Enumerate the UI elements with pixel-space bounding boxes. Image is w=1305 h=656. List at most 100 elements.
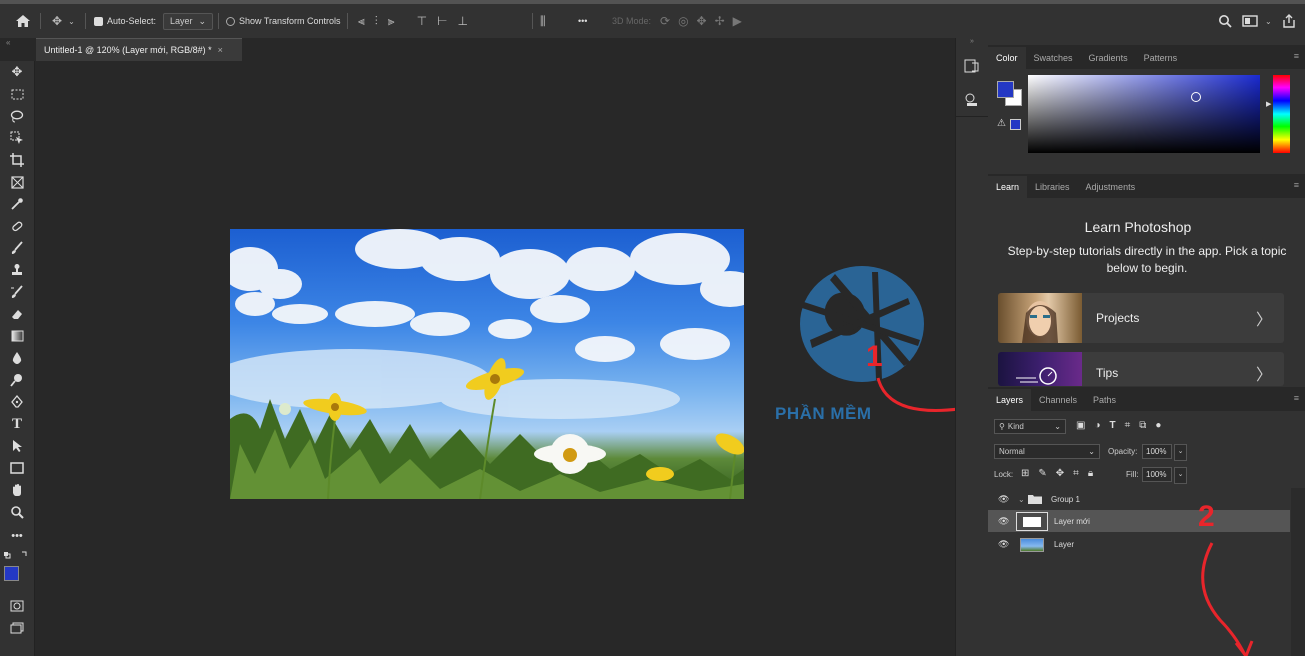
- object-select-tool-icon[interactable]: [6, 129, 28, 147]
- move-tool-icon[interactable]: ✥: [6, 63, 28, 81]
- filter-shape-icon[interactable]: ⌗: [1125, 420, 1131, 431]
- panel-menu-icon[interactable]: ≡: [1294, 180, 1299, 190]
- lock-transparent-icon[interactable]: ⊞: [1021, 468, 1029, 479]
- color-picker-handle[interactable]: [1191, 92, 1201, 102]
- orbit-icon[interactable]: ⟳: [660, 14, 670, 28]
- blur-tool-icon[interactable]: [6, 349, 28, 367]
- filter-toggle-icon[interactable]: ●: [1155, 420, 1161, 431]
- edit-toolbar-icon[interactable]: •••: [6, 527, 28, 545]
- home-icon[interactable]: [15, 4, 31, 38]
- tab-swatches[interactable]: Swatches: [1026, 47, 1081, 69]
- move-tool-preset[interactable]: ✥ ⌄: [52, 4, 75, 38]
- screen-mode-icon[interactable]: [6, 619, 28, 637]
- chevron-down-icon[interactable]: ⌄: [1018, 495, 1025, 504]
- layer-row-layer-moi[interactable]: 👁︎ Layer mới: [988, 510, 1290, 532]
- tab-gradients[interactable]: Gradients: [1081, 47, 1136, 69]
- close-icon[interactable]: ×: [218, 45, 223, 55]
- align-center-icon[interactable]: ⫶: [375, 14, 378, 29]
- foreground-color-swatch[interactable]: [997, 81, 1014, 98]
- tab-learn[interactable]: Learn: [988, 176, 1028, 198]
- layers-scrollbar[interactable]: [1291, 488, 1305, 656]
- align-top-icon[interactable]: ⊤: [417, 14, 427, 28]
- collapse-icon[interactable]: »: [956, 38, 988, 48]
- opacity-dropdown-icon[interactable]: ⌄: [1174, 444, 1187, 461]
- align-bottom-icon[interactable]: ⊥: [457, 14, 467, 28]
- swap-colors-icon[interactable]: [4, 550, 30, 563]
- tab-paths[interactable]: Paths: [1085, 389, 1124, 411]
- threed-tools[interactable]: ⟳ ◎ ✥ ✢ ▶: [660, 4, 742, 38]
- auto-select-dropdown[interactable]: Layer ⌄: [163, 4, 214, 38]
- roll-icon[interactable]: ◎: [678, 14, 688, 28]
- layer-row-group-1[interactable]: 👁︎ ⌄ Group 1: [988, 488, 1290, 510]
- align-right-icon[interactable]: ⫸: [388, 14, 395, 29]
- chevron-down-icon[interactable]: ⌄: [1265, 4, 1272, 38]
- filter-pixel-icon[interactable]: ▣: [1076, 420, 1085, 431]
- document-image[interactable]: [230, 229, 744, 499]
- more-options-button[interactable]: •••: [578, 4, 587, 38]
- align-left-icon[interactable]: ⫷: [358, 14, 365, 29]
- visibility-eye-icon[interactable]: 👁︎: [998, 539, 1009, 550]
- tab-channels[interactable]: Channels: [1031, 389, 1085, 411]
- eyedropper-tool-icon[interactable]: [6, 195, 28, 213]
- learn-card-tips[interactable]: Tips 〉: [998, 352, 1284, 386]
- workspace-icon[interactable]: [1242, 4, 1258, 38]
- frame-tool-icon[interactable]: [6, 173, 28, 191]
- lock-artboard-icon[interactable]: ⌗: [1073, 468, 1079, 479]
- panel-menu-icon[interactable]: ≡: [1294, 51, 1299, 61]
- tab-layers[interactable]: Layers: [988, 389, 1032, 411]
- rectangle-tool-icon[interactable]: [6, 459, 28, 477]
- align-middle-icon[interactable]: ⊢: [437, 14, 447, 28]
- tab-color[interactable]: Color: [988, 47, 1026, 69]
- pan-icon[interactable]: ✥: [697, 14, 707, 28]
- history-brush-tool-icon[interactable]: [6, 283, 28, 301]
- visibility-eye-icon[interactable]: 👁︎: [998, 494, 1009, 505]
- crop-tool-icon[interactable]: [6, 151, 28, 169]
- color-field[interactable]: [1028, 75, 1260, 153]
- filter-smart-object-icon[interactable]: ⧉: [1139, 420, 1146, 431]
- zoom-tool-icon[interactable]: [6, 503, 28, 521]
- type-tool-icon[interactable]: T: [6, 415, 28, 433]
- healing-tool-icon[interactable]: [6, 217, 28, 235]
- history-panel-icon[interactable]: [964, 58, 980, 77]
- slide-icon[interactable]: ✢: [715, 14, 725, 28]
- distribute-icon[interactable]: ⫼: [540, 4, 546, 38]
- hand-tool-icon[interactable]: [6, 481, 28, 499]
- web-safe-color-swatch[interactable]: [1010, 119, 1021, 130]
- dodge-tool-icon[interactable]: [6, 371, 28, 389]
- opacity-input[interactable]: 100%: [1142, 444, 1172, 459]
- panel-menu-icon[interactable]: ≡: [1294, 393, 1299, 403]
- lock-all-icon[interactable]: 🔒︎: [1088, 468, 1093, 479]
- foreground-color-swatch[interactable]: [4, 566, 19, 581]
- auto-select-checkbox[interactable]: Auto-Select:: [94, 4, 156, 38]
- fill-input[interactable]: 100%: [1142, 467, 1172, 482]
- collapse-icon[interactable]: «: [6, 38, 10, 47]
- quick-mask-icon[interactable]: [6, 597, 28, 615]
- lock-paint-icon[interactable]: ✎: [1038, 468, 1046, 479]
- path-select-tool-icon[interactable]: [6, 437, 28, 455]
- tab-libraries[interactable]: Libraries: [1027, 176, 1078, 198]
- blend-mode-dropdown[interactable]: Normal ⌄: [994, 444, 1100, 459]
- marquee-tool-icon[interactable]: [6, 85, 28, 103]
- filter-kind-dropdown[interactable]: ⚲ Kind ⌄: [994, 419, 1066, 434]
- tab-adjustments[interactable]: Adjustments: [1078, 176, 1144, 198]
- document-tab[interactable]: Untitled-1 @ 120% (Layer mới, RGB/8#) * …: [36, 38, 242, 61]
- lasso-tool-icon[interactable]: [6, 107, 28, 125]
- visibility-eye-icon[interactable]: 👁︎: [998, 516, 1009, 527]
- hue-slider[interactable]: [1273, 75, 1290, 153]
- share-icon[interactable]: [1282, 4, 1296, 38]
- filter-type-icon[interactable]: T: [1110, 420, 1116, 431]
- gamut-warning-icon[interactable]: ⚠: [997, 118, 1006, 129]
- search-icon[interactable]: [1218, 4, 1232, 38]
- eraser-tool-icon[interactable]: [6, 305, 28, 323]
- lock-position-icon[interactable]: ✥: [1056, 468, 1064, 479]
- scale-icon[interactable]: ▶: [733, 14, 742, 28]
- properties-panel-icon[interactable]: [964, 92, 980, 111]
- gradient-tool-icon[interactable]: [6, 327, 28, 345]
- stamp-tool-icon[interactable]: [6, 261, 28, 279]
- hue-slider-handle[interactable]: ▶: [1266, 100, 1271, 108]
- pen-tool-icon[interactable]: [6, 393, 28, 411]
- brush-tool-icon[interactable]: [6, 239, 28, 257]
- learn-card-projects[interactable]: Projects 〉: [998, 293, 1284, 343]
- filter-adjustment-icon[interactable]: ◑: [1094, 420, 1100, 431]
- fill-dropdown-icon[interactable]: ⌄: [1174, 467, 1187, 484]
